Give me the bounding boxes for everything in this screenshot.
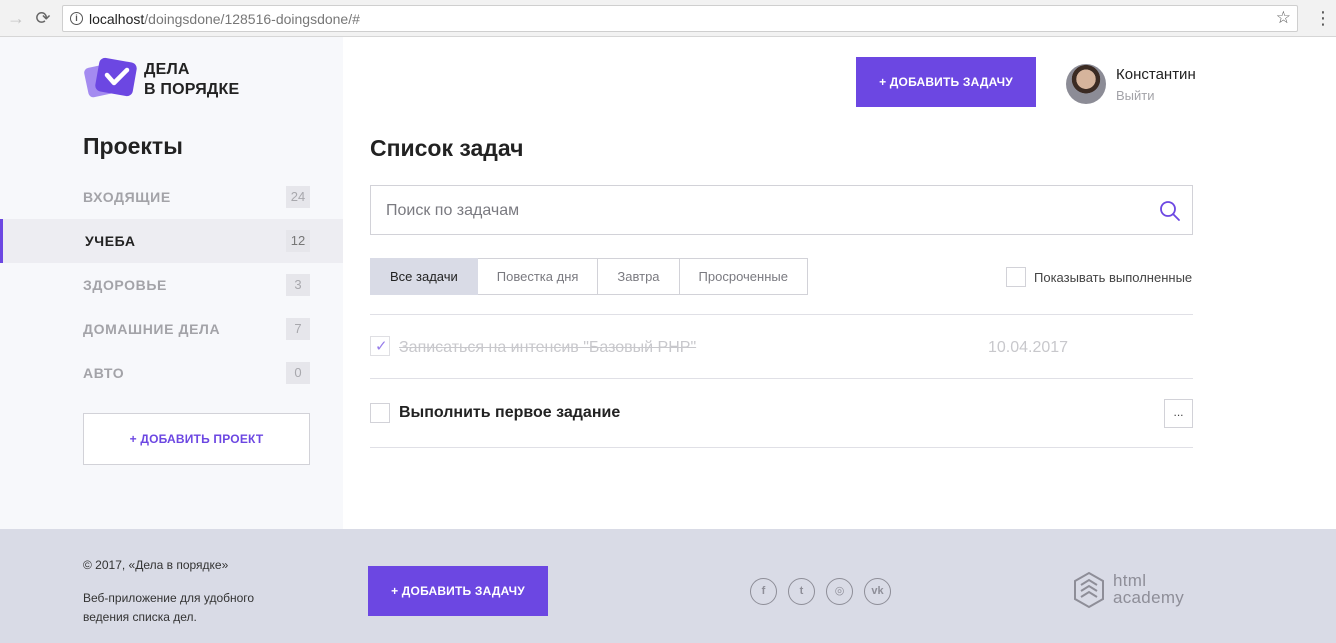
project-count: 3 bbox=[286, 274, 310, 296]
browser-menu-icon[interactable]: ⋮ bbox=[1314, 7, 1332, 29]
project-item-home[interactable]: ДОМАШНИЕ ДЕЛА 7 bbox=[0, 307, 343, 351]
avatar[interactable] bbox=[1066, 64, 1106, 104]
table-row: ✓ Записаться на интенсив "Базовый PHP" 1… bbox=[370, 314, 1193, 378]
academy-line-2: academy bbox=[1113, 588, 1185, 607]
footer-add-task-button[interactable]: + ДОБАВИТЬ ЗАДАЧУ bbox=[368, 566, 548, 616]
task-filters: Все задачи Повестка дня Завтра Просрочен… bbox=[370, 258, 808, 295]
project-count: 7 bbox=[286, 318, 310, 340]
show-done-checkbox[interactable] bbox=[1006, 267, 1026, 287]
twitter-icon[interactable]: t bbox=[788, 578, 815, 605]
task-table: ✓ Записаться на интенсив "Базовый PHP" 1… bbox=[370, 314, 1193, 448]
academy-line-1: html bbox=[1113, 571, 1147, 590]
project-item-study[interactable]: УЧЕБА 12 bbox=[0, 219, 343, 263]
task-date: 10.04.2017 bbox=[988, 339, 1069, 356]
project-count: 12 bbox=[286, 230, 310, 252]
footer-description: Веб-приложение для удобного ведения спис… bbox=[83, 591, 255, 624]
bookmark-star-icon[interactable]: ☆ bbox=[1276, 8, 1291, 28]
info-icon[interactable]: i bbox=[70, 12, 83, 25]
sidebar: ДЕЛА В ПОРЯДКЕ Проекты ВХОДЯЩИЕ 24 УЧЕБА… bbox=[0, 37, 343, 529]
filter-tomorrow[interactable]: Завтра bbox=[598, 258, 680, 295]
project-label: ДОМАШНИЕ ДЕЛА bbox=[83, 321, 221, 337]
task-menu-button[interactable]: ... bbox=[1164, 399, 1193, 428]
search-box[interactable]: Поиск по задачам bbox=[370, 185, 1193, 235]
project-label: ЗДОРОВЬЕ bbox=[83, 277, 167, 293]
url-text[interactable]: localhost/doingsdone/128516-doingsdone/# bbox=[89, 11, 360, 27]
project-count: 0 bbox=[286, 362, 310, 384]
logo-line-1: ДЕЛА bbox=[144, 61, 190, 78]
show-done-label: Показывать выполненные bbox=[1034, 270, 1193, 285]
facebook-icon[interactable]: f bbox=[750, 578, 777, 605]
browser-toolbar: → ⟳ i localhost/doingsdone/128516-doings… bbox=[0, 0, 1336, 37]
logo[interactable]: ДЕЛА В ПОРЯДКЕ bbox=[83, 56, 243, 102]
page-title: Список задач bbox=[370, 135, 524, 161]
logo-line-2: В ПОРЯДКЕ bbox=[144, 81, 240, 98]
project-label: ВХОДЯЩИЕ bbox=[83, 189, 171, 205]
checkmark-icon: ✓ bbox=[375, 338, 388, 355]
task-checkbox[interactable]: ✓ bbox=[370, 336, 390, 356]
task-checkbox[interactable] bbox=[370, 403, 390, 423]
add-task-button[interactable]: + ДОБАВИТЬ ЗАДАЧУ bbox=[856, 57, 1036, 107]
project-list: ВХОДЯЩИЕ 24 УЧЕБА 12 ЗДОРОВЬЕ 3 ДОМАШНИЕ… bbox=[0, 175, 343, 395]
academy-mark-icon bbox=[1074, 571, 1104, 609]
address-bar[interactable]: i localhost/doingsdone/128516-doingsdone… bbox=[62, 5, 1298, 32]
logo-mark-icon bbox=[84, 57, 137, 98]
reload-icon[interactable]: ⟳ bbox=[33, 8, 53, 28]
academy-logo[interactable]: html academy bbox=[1073, 569, 1193, 611]
instagram-icon[interactable]: ◎ bbox=[826, 578, 853, 605]
filter-all-tasks[interactable]: Все задачи bbox=[370, 258, 478, 295]
footer: © 2017, «Дела в порядке» Веб-приложение … bbox=[0, 529, 1336, 643]
project-item-incoming[interactable]: ВХОДЯЩИЕ 24 bbox=[0, 175, 343, 219]
academy-text: html academy bbox=[1113, 572, 1184, 606]
filter-agenda[interactable]: Повестка дня bbox=[477, 258, 599, 295]
project-count: 24 bbox=[286, 186, 310, 208]
add-project-button[interactable]: + ДОБАВИТЬ ПРОЕКТ bbox=[83, 413, 310, 465]
social-links: f t ◎ vk bbox=[750, 578, 891, 605]
task-title: Записаться на интенсив "Базовый PHP" bbox=[399, 339, 697, 356]
table-row: Выполнить первое задание ... bbox=[370, 378, 1193, 448]
copyright: © 2017, «Дела в порядке» bbox=[83, 558, 229, 572]
projects-title: Проекты bbox=[83, 133, 183, 159]
user-name: Константин bbox=[1116, 66, 1196, 83]
project-item-auto[interactable]: АВТО 0 bbox=[0, 351, 343, 395]
task-title: Выполнить первое задание bbox=[399, 404, 621, 421]
logout-link[interactable]: Выйти bbox=[1116, 88, 1155, 103]
filter-overdue[interactable]: Просроченные bbox=[679, 258, 808, 295]
logo-text: ДЕЛА В ПОРЯДКЕ bbox=[144, 60, 239, 100]
search-input[interactable]: Поиск по задачам bbox=[386, 202, 519, 220]
search-icon[interactable] bbox=[1159, 200, 1181, 222]
project-label: АВТО bbox=[83, 365, 125, 381]
project-label: УЧЕБА bbox=[85, 233, 136, 249]
project-item-health[interactable]: ЗДОРОВЬЕ 3 bbox=[0, 263, 343, 307]
vk-icon[interactable]: vk bbox=[864, 578, 891, 605]
forward-icon[interactable]: → bbox=[6, 8, 26, 28]
